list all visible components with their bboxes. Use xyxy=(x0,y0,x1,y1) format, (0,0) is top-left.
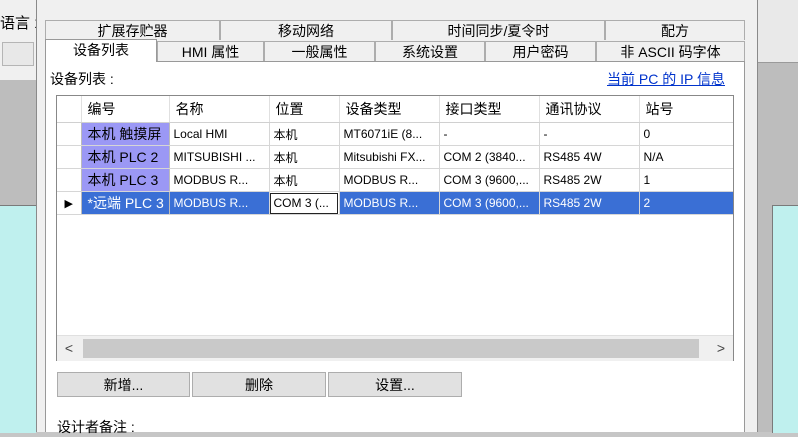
cell-station[interactable]: 0 xyxy=(639,122,733,146)
scrollbar-thumb[interactable] xyxy=(83,339,699,358)
designer-notes-label: 设计者备注 : xyxy=(57,419,135,435)
cell-name[interactable]: Local HMI xyxy=(169,122,270,146)
column-header-station[interactable]: 站号 xyxy=(639,96,733,123)
tab-hmi-properties[interactable]: HMI 属性 xyxy=(157,41,264,61)
tab-mobile-network[interactable]: 移动网络 xyxy=(220,20,392,40)
pc-ip-info-link[interactable]: 当前 PC 的 IP 信息 xyxy=(607,69,725,89)
column-header-number[interactable]: 编号 xyxy=(81,96,170,123)
background-window-top: 语言 1 xyxy=(0,0,43,81)
cell-protocol[interactable]: RS485 2W xyxy=(539,168,640,192)
background-canvas-left xyxy=(0,205,36,433)
cell-protocol[interactable]: - xyxy=(539,122,640,146)
current-row-arrow-icon: ▶ xyxy=(57,191,82,215)
cell-number[interactable]: 本机 PLC 3 xyxy=(81,168,170,192)
tab-row-2: 设备列表 HMI 属性 一般属性 系统设置 用户密码 非 ASCII 码字体 xyxy=(45,39,745,62)
cell-location[interactable]: 本机 xyxy=(269,122,340,146)
tab-system-settings[interactable]: 系统设置 xyxy=(375,41,485,61)
cell-number[interactable]: 本机 触摸屏 xyxy=(81,122,170,146)
cell-location[interactable]: 本机 xyxy=(269,145,340,169)
tab-device-list[interactable]: 设备列表 xyxy=(45,39,157,62)
background-toolbar xyxy=(2,42,34,66)
tab-user-password[interactable]: 用户密码 xyxy=(485,41,596,61)
column-header-name[interactable]: 名称 xyxy=(169,96,270,123)
cell-name[interactable]: MITSUBISHI ... xyxy=(169,145,270,169)
scroll-left-icon[interactable]: < xyxy=(57,336,81,361)
cell-device-type[interactable]: MODBUS R... xyxy=(339,191,440,215)
cell-interface-type[interactable]: COM 2 (3840... xyxy=(439,145,540,169)
tab-extended-memory[interactable]: 扩展存贮器 xyxy=(45,20,220,40)
cell-station[interactable]: 2 xyxy=(639,191,733,215)
tab-recipe[interactable]: 配方 xyxy=(605,20,745,40)
background-window-top-right xyxy=(756,0,798,63)
background-canvas-right xyxy=(772,205,798,433)
column-header-interface-type[interactable]: 接口类型 xyxy=(439,96,540,123)
row-indicator xyxy=(57,168,82,192)
tab-non-ascii-font[interactable]: 非 ASCII 码字体 xyxy=(596,41,745,61)
column-header-location[interactable]: 位置 xyxy=(269,96,340,123)
cell-device-type[interactable]: MT6071iE (8... xyxy=(339,122,440,146)
cell-location[interactable]: 本机 xyxy=(269,168,340,192)
cell-name[interactable]: MODBUS R... xyxy=(169,191,270,215)
row-indicator-glyph: ▶ xyxy=(64,198,73,210)
column-header-device-type[interactable]: 设备类型 xyxy=(339,96,440,123)
background-panel xyxy=(0,80,36,205)
device-list-label: 设备列表 : xyxy=(50,71,114,87)
add-button[interactable]: 新增... xyxy=(57,372,190,397)
table-row[interactable]: 本机 触摸屏 Local HMI 本机 MT6071iE (8... - - 0 xyxy=(57,122,733,146)
cell-interface-type[interactable]: COM 3 (9600,... xyxy=(439,168,540,192)
cell-device-type[interactable]: MODBUS R... xyxy=(339,168,440,192)
row-indicator xyxy=(57,122,82,146)
table-row[interactable]: 本机 PLC 2 MITSUBISHI ... 本机 Mitsubishi FX… xyxy=(57,145,733,169)
row-indicator xyxy=(57,145,82,169)
column-header-protocol[interactable]: 通讯协议 xyxy=(539,96,640,123)
table-row-selected[interactable]: ▶ *远端 PLC 3 MODBUS R... COM 3 (... MODBU… xyxy=(57,191,733,215)
cell-number[interactable]: *远端 PLC 3 xyxy=(81,191,170,215)
cell-protocol[interactable]: RS485 4W xyxy=(539,145,640,169)
scroll-right-icon[interactable]: > xyxy=(709,336,733,361)
cell-location-editing[interactable]: COM 3 (... xyxy=(269,191,340,215)
system-parameters-dialog: 扩展存贮器 移动网络 时间同步/夏令时 配方 设备列表 HMI 属性 一般属性 … xyxy=(36,0,758,435)
cell-station[interactable]: N/A xyxy=(639,145,733,169)
tab-row-1: 扩展存贮器 移动网络 时间同步/夏令时 配方 xyxy=(45,20,745,40)
cell-protocol[interactable]: RS485 2W xyxy=(539,191,640,215)
cell-device-type[interactable]: Mitsubishi FX... xyxy=(339,145,440,169)
tab-time-sync[interactable]: 时间同步/夏令时 xyxy=(392,20,605,40)
table-row[interactable]: 本机 PLC 3 MODBUS R... 本机 MODBUS R... COM … xyxy=(57,168,733,192)
cell-station[interactable]: 1 xyxy=(639,168,733,192)
cell-name[interactable]: MODBUS R... xyxy=(169,168,270,192)
cell-number[interactable]: 本机 PLC 2 xyxy=(81,145,170,169)
tab-general-properties[interactable]: 一般属性 xyxy=(264,41,375,61)
column-header-indicator xyxy=(57,96,82,123)
cell-interface-type[interactable]: - xyxy=(439,122,540,146)
cell-interface-type[interactable]: COM 3 (9600,... xyxy=(439,191,540,215)
settings-button[interactable]: 设置... xyxy=(328,372,462,397)
device-table: 编号 名称 位置 设备类型 接口类型 通讯协议 站号 本机 触摸屏 Local … xyxy=(56,95,734,361)
delete-button[interactable]: 删除 xyxy=(192,372,326,397)
table-header: 编号 名称 位置 设备类型 接口类型 通讯协议 站号 xyxy=(57,96,733,123)
horizontal-scrollbar[interactable]: < > xyxy=(57,335,733,361)
